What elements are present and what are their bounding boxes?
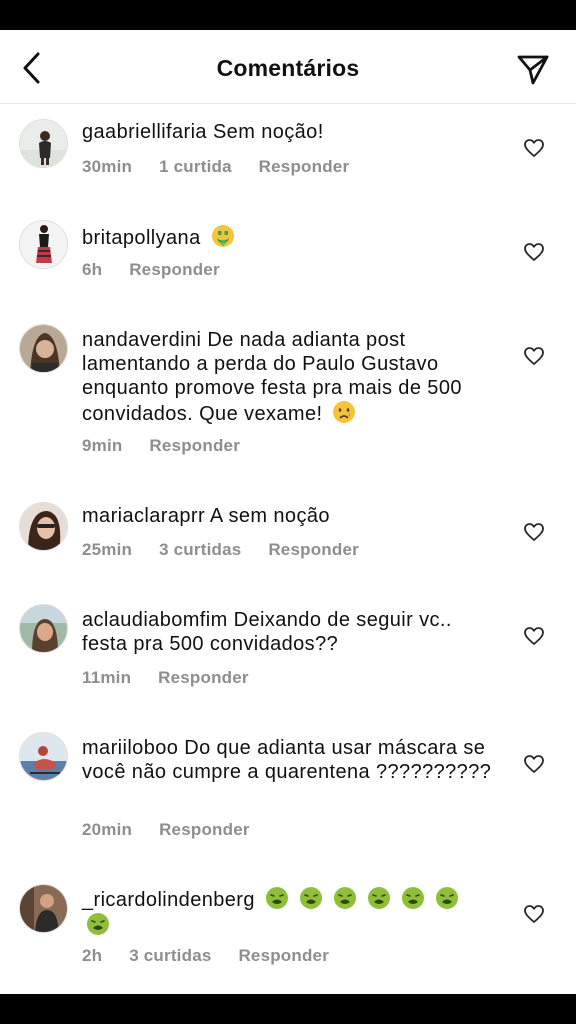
comment-time: 20min bbox=[82, 820, 133, 839]
nauseated-face-icon bbox=[333, 887, 356, 909]
nauseated-face-icon bbox=[87, 913, 109, 935]
heart-icon[interactable] bbox=[523, 346, 545, 366]
comment-username[interactable]: _ricardolindenberg bbox=[82, 889, 255, 911]
comment-meta: 25min 3 curtidas Responder bbox=[82, 540, 381, 560]
avatar[interactable] bbox=[19, 884, 68, 933]
nauseated-face-icon bbox=[401, 887, 424, 909]
comment-time: 9min bbox=[82, 436, 123, 455]
comment-time: 30min bbox=[82, 157, 133, 176]
avatar[interactable] bbox=[19, 604, 68, 653]
comment-text-block: _ricardolindenberg bbox=[82, 886, 482, 938]
comment-username[interactable]: aclaudiabomfim bbox=[82, 609, 228, 631]
comment-text-block: britapollyana bbox=[82, 224, 502, 250]
comment-text: A sem noção bbox=[209, 505, 330, 527]
comment-meta: 2h 3 curtidas Responder bbox=[82, 946, 351, 966]
comment-likes[interactable]: 3 curtidas bbox=[129, 946, 211, 965]
reply-button[interactable]: Responder bbox=[238, 946, 329, 965]
comment-time: 2h bbox=[82, 946, 103, 965]
send-button[interactable] bbox=[514, 50, 552, 88]
comment-text-block: aclaudiabomfim Deixando de seguir vc.. f… bbox=[82, 608, 502, 656]
heart-icon[interactable] bbox=[523, 904, 545, 924]
reply-button[interactable]: Responder bbox=[149, 436, 240, 455]
nauseated-face-icon bbox=[435, 887, 458, 909]
comment-likes[interactable]: 3 curtidas bbox=[159, 540, 241, 559]
money-mouth-face-icon bbox=[211, 225, 234, 247]
avatar[interactable] bbox=[19, 119, 68, 168]
reply-button[interactable]: Responder bbox=[159, 820, 250, 839]
paper-plane-icon bbox=[517, 55, 549, 85]
comment-meta: 20min Responder bbox=[82, 820, 272, 840]
nauseated-face-icon bbox=[367, 887, 390, 909]
comment-likes[interactable]: 1 curtida bbox=[159, 157, 232, 176]
comment-meta: 9min Responder bbox=[82, 436, 262, 456]
comment-username[interactable]: nandaverdini bbox=[82, 329, 201, 351]
nauseated-face-icon bbox=[299, 887, 322, 909]
heart-icon[interactable] bbox=[523, 522, 545, 542]
heart-icon[interactable] bbox=[523, 138, 545, 158]
comment-meta: 11min Responder bbox=[82, 668, 271, 688]
comment-meta: 30min 1 curtida Responder bbox=[82, 157, 371, 177]
comment-text-block: gaabriellifaria Sem noção! bbox=[82, 120, 502, 144]
heart-icon[interactable] bbox=[523, 754, 545, 774]
nauseated-face-icon bbox=[265, 887, 288, 909]
reply-button[interactable]: Responder bbox=[158, 668, 249, 687]
comments-header: Comentários bbox=[0, 30, 576, 104]
comment-text: Sem noção! bbox=[212, 121, 324, 143]
heart-icon[interactable] bbox=[523, 242, 545, 262]
heart-icon[interactable] bbox=[523, 626, 545, 646]
comment-username[interactable]: mariiloboo bbox=[82, 737, 178, 759]
reply-button[interactable]: Responder bbox=[129, 260, 220, 279]
comment-text-block: mariaclaraprr A sem noção bbox=[82, 504, 502, 528]
comment-username[interactable]: britapollyana bbox=[82, 227, 201, 249]
page-title: Comentários bbox=[216, 55, 360, 81]
comment-time: 11min bbox=[82, 668, 132, 687]
avatar[interactable] bbox=[19, 732, 68, 781]
avatar[interactable] bbox=[19, 220, 68, 269]
comment-username[interactable]: gaabriellifaria bbox=[82, 121, 207, 143]
bottom-frame bbox=[0, 994, 576, 1024]
avatar[interactable] bbox=[19, 502, 68, 551]
crying-face-icon bbox=[333, 401, 356, 423]
comment-time: 25min bbox=[82, 540, 133, 559]
avatar[interactable] bbox=[19, 324, 68, 373]
reply-button[interactable]: Responder bbox=[259, 157, 350, 176]
comment-time: 6h bbox=[82, 260, 103, 279]
reply-button[interactable]: Responder bbox=[268, 540, 359, 559]
comment-username[interactable]: mariaclaraprr bbox=[82, 505, 205, 527]
comment-meta: 6h Responder bbox=[82, 260, 242, 280]
comment-text-block: nandaverdini De nada adianta post lament… bbox=[82, 328, 502, 426]
comments-screen: Comentários gaabriellifaria Sem noção! 3… bbox=[0, 30, 576, 994]
comment-text-block: mariiloboo Do que adianta usar máscara s… bbox=[82, 736, 502, 784]
